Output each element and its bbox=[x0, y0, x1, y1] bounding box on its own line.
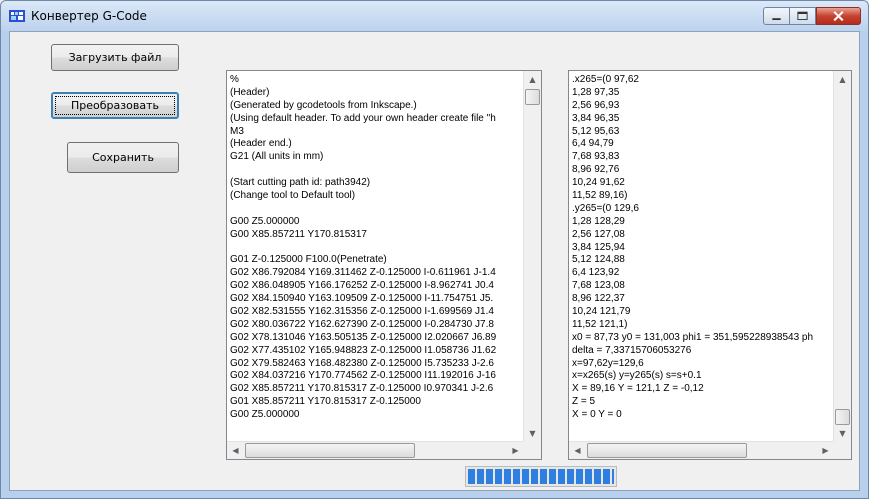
text-line: (Header) bbox=[230, 86, 270, 98]
text-line: G00 X85.857211 Y170.815317 bbox=[230, 228, 367, 240]
output-vertical-scrollbar[interactable]: ▲ ▼ bbox=[833, 71, 851, 442]
scroll-down-arrow-icon[interactable]: ▼ bbox=[834, 425, 851, 442]
load-file-button[interactable]: Загрузить файл bbox=[51, 44, 179, 71]
scroll-right-arrow-icon[interactable]: ▶ bbox=[817, 442, 834, 459]
scroll-up-arrow-icon[interactable]: ▲ bbox=[524, 71, 541, 88]
scroll-up-arrow-icon[interactable]: ▲ bbox=[834, 71, 851, 88]
text-line: 6,4 94,79 bbox=[572, 138, 614, 150]
output-vertical-thumb[interactable] bbox=[835, 409, 850, 425]
text-line: 10,24 121,79 bbox=[572, 306, 631, 318]
text-line: 5,12 95,63 bbox=[572, 125, 620, 137]
minimize-button[interactable] bbox=[763, 7, 790, 25]
window-title: Конвертер G-Code bbox=[31, 9, 147, 23]
text-line: (Using default header. To add your own h… bbox=[230, 112, 496, 124]
text-line: G00 Z5.000000 bbox=[230, 409, 300, 421]
text-line: 2,56 96,93 bbox=[572, 99, 620, 111]
text-line: (Start cutting path id: path3942) bbox=[230, 177, 371, 189]
scroll-down-arrow-icon[interactable]: ▼ bbox=[524, 425, 541, 442]
text-line: 11,52 89,16) bbox=[572, 190, 628, 202]
text-line: 8,96 92,76 bbox=[572, 164, 620, 176]
text-line: 10,24 91,62 bbox=[572, 177, 625, 189]
output-text-area[interactable]: .x265=(0 97,62 1,28 97,35 2,56 96,93 3,84 9… bbox=[568, 70, 852, 460]
text-line: G02 X84.037216 Y170.774562 Z-0.125000 I1… bbox=[230, 370, 496, 382]
gcode-vertical-scrollbar[interactable]: ▲ ▼ bbox=[523, 71, 541, 442]
text-line: M3 bbox=[230, 125, 244, 137]
text-line: (Header end.) bbox=[230, 138, 292, 150]
text-line: 2,56 127,08 bbox=[572, 228, 625, 240]
text-line: X = 0 Y = 0 bbox=[572, 409, 622, 421]
text-line: G01 Z-0.125000 F100.0(Penetrate) bbox=[230, 254, 387, 266]
text-line: .x265=(0 97,62 bbox=[572, 74, 639, 85]
minimize-icon bbox=[772, 18, 781, 21]
text-line: 3,84 96,35 bbox=[572, 112, 620, 124]
convert-button[interactable]: Преобразовать bbox=[51, 92, 179, 119]
text-line: G00 Z5.000000 bbox=[230, 215, 300, 227]
close-button[interactable] bbox=[816, 7, 861, 25]
save-label: Сохранить bbox=[92, 151, 154, 164]
focus-rectangle bbox=[55, 96, 175, 115]
text-line: 7,68 123,08 bbox=[572, 280, 625, 292]
text-line: .y265=(0 129,6 bbox=[572, 202, 639, 214]
load-file-label: Загрузить файл bbox=[68, 51, 162, 64]
scroll-corner bbox=[834, 442, 851, 459]
scroll-left-arrow-icon[interactable]: ◀ bbox=[569, 442, 586, 459]
text-line: x=x265(s) y=y265(s) s=s+0.1 bbox=[572, 370, 702, 382]
text-line: G02 X79.582463 Y168.482380 Z-0.125000 I5… bbox=[230, 357, 494, 369]
text-line: 1,28 97,35 bbox=[572, 86, 620, 98]
scroll-left-arrow-icon[interactable]: ◀ bbox=[227, 442, 244, 459]
text-line bbox=[230, 242, 523, 255]
text-line: G02 X84.150940 Y163.109509 Z-0.125000 I-… bbox=[230, 293, 494, 305]
text-line: 1,28 128,29 bbox=[572, 215, 625, 227]
progress-bar bbox=[465, 466, 617, 487]
text-line bbox=[230, 203, 523, 216]
text-line: x0 = 87,73 y0 = 131,003 phi1 = 351,59522… bbox=[572, 331, 814, 343]
output-horizontal-scrollbar[interactable]: ◀ ▶ bbox=[569, 441, 834, 459]
progress-fill bbox=[468, 469, 614, 484]
scroll-right-arrow-icon[interactable]: ▶ bbox=[507, 442, 524, 459]
text-line: G01 X85.857211 Y170.815317 Z-0.125000 bbox=[230, 396, 421, 408]
text-line: 5,12 124,88 bbox=[572, 254, 625, 266]
text-line: 11,52 121,1) bbox=[572, 318, 628, 330]
text-line: (Generated by gcodetools from Inkscape.) bbox=[230, 99, 417, 111]
output-horizontal-thumb[interactable] bbox=[587, 443, 747, 458]
text-line: G02 X80.036722 Y162.627390 Z-0.125000 I-… bbox=[230, 318, 494, 330]
text-line: G02 X85.857211 Y170.815317 Z-0.125000 I0… bbox=[230, 383, 494, 395]
text-line: (Change tool to Default tool) bbox=[230, 190, 356, 202]
gcode-horizontal-thumb[interactable] bbox=[245, 443, 415, 458]
main-window: Конвертер G-Code Загрузить файл Преобраз… bbox=[0, 0, 869, 499]
gcode-vertical-thumb[interactable] bbox=[525, 89, 540, 105]
text-line: G02 X78.131046 Y163.505135 Z-0.125000 I2… bbox=[230, 331, 497, 343]
text-line: X = 89,16 Y = 121,1 Z = -0,12 bbox=[572, 383, 704, 395]
text-line bbox=[230, 164, 523, 177]
text-line: delta = 7,33715706053276 bbox=[572, 344, 692, 356]
close-icon bbox=[833, 11, 844, 22]
text-line: Z = 5 bbox=[572, 396, 596, 408]
text-line: 8,96 122,37 bbox=[572, 293, 625, 305]
maximize-icon bbox=[797, 11, 808, 21]
text-line: 3,84 125,94 bbox=[572, 241, 625, 253]
text-line: x=97,62y=129,6 bbox=[572, 357, 644, 369]
output-text: .x265=(0 97,62 1,28 97,35 2,56 96,93 3,84 9… bbox=[572, 74, 833, 441]
text-line: G21 (All units in mm) bbox=[230, 151, 324, 163]
text-line: % bbox=[230, 74, 239, 85]
text-line: 6,4 123,92 bbox=[572, 267, 620, 279]
gcode-text: % (Header) (Generated by gcodetools from I… bbox=[230, 74, 523, 441]
scroll-corner bbox=[524, 442, 541, 459]
text-line: G02 X86.792084 Y169.311462 Z-0.125000 I-… bbox=[230, 267, 496, 279]
client-area: Загрузить файл Преобразовать Сохранить %… bbox=[9, 31, 860, 491]
maximize-button[interactable] bbox=[789, 7, 816, 25]
gcode-horizontal-scrollbar[interactable]: ◀ ▶ bbox=[227, 441, 524, 459]
title-bar[interactable]: Конвертер G-Code bbox=[1, 1, 868, 31]
text-line: 7,68 93,83 bbox=[572, 151, 620, 163]
text-line: G02 X82.531555 Y162.315356 Z-0.125000 I-… bbox=[230, 306, 494, 318]
app-icon bbox=[9, 10, 25, 22]
text-line: G02 X86.048905 Y166.176252 Z-0.125000 I-… bbox=[230, 280, 494, 292]
save-button[interactable]: Сохранить bbox=[67, 142, 179, 173]
gcode-text-area[interactable]: % (Header) (Generated by gcodetools from I… bbox=[226, 70, 542, 460]
text-line: G02 X77.435102 Y165.948823 Z-0.125000 I1… bbox=[230, 344, 497, 356]
